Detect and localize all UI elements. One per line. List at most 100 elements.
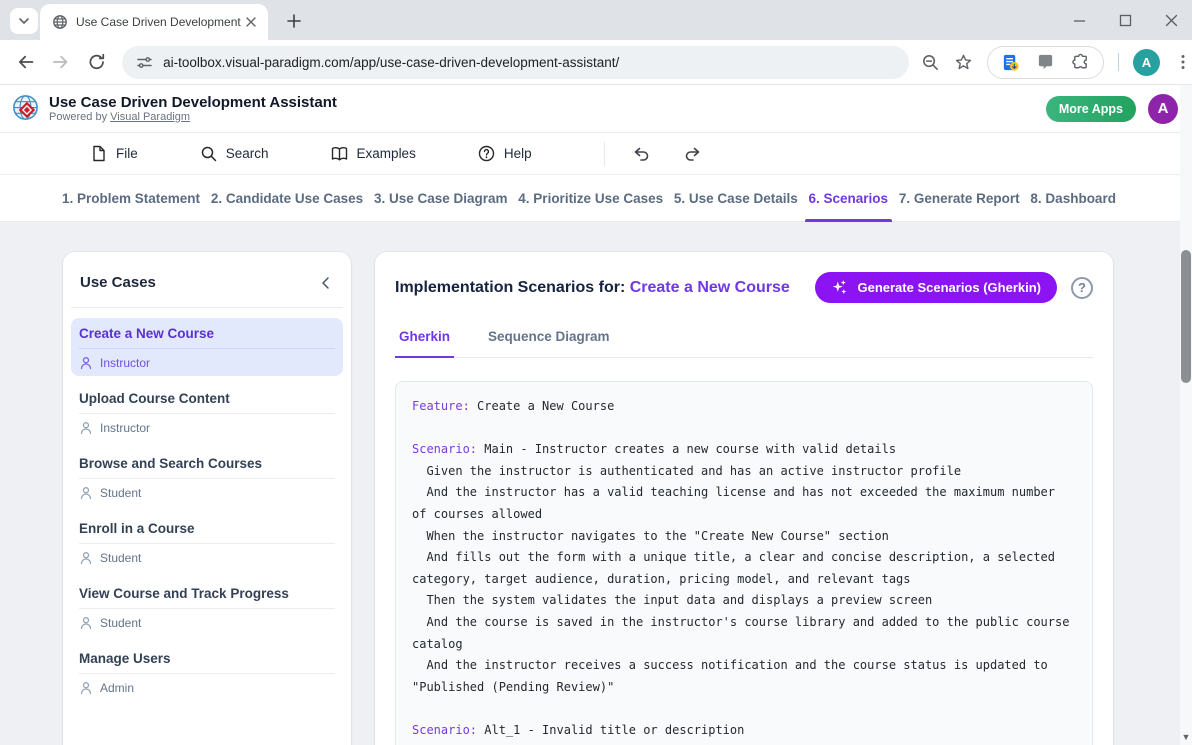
url-text: ai-toolbox.visual-paradigm.com/app/use-c… [163, 55, 619, 70]
actor-name: Instructor [100, 356, 150, 370]
tab-search-button[interactable] [10, 8, 38, 34]
undo-icon[interactable] [631, 144, 651, 164]
use-case-item[interactable]: View Course and Track Progress Student [71, 578, 343, 636]
gherkin-line: And fills out the form with a unique tit… [412, 547, 1076, 590]
new-tab-button[interactable] [282, 9, 306, 33]
browser-tab[interactable]: Use Case Driven Development Assistant [40, 4, 268, 40]
view-tab-label: Sequence Diagram [488, 329, 610, 344]
selected-use-case-name: Create a New Course [630, 279, 790, 296]
actor-name: Admin [100, 681, 134, 695]
file-icon [90, 145, 107, 162]
step-tab[interactable]: 2. Candidate Use Cases [211, 175, 363, 222]
search-icon [200, 145, 217, 162]
redo-icon[interactable] [683, 144, 703, 164]
step-tab[interactable]: 3. Use Case Diagram [374, 175, 508, 222]
gherkin-code-block[interactable]: Feature: Create a New CourseScenario: Ma… [395, 381, 1093, 745]
step-label: 7. Generate Report [899, 191, 1020, 206]
use-case-list: Create a New Course Instructor Upload Co… [71, 308, 343, 701]
step-tab[interactable]: 7. Generate Report [899, 175, 1020, 222]
actor-name: Student [100, 616, 141, 630]
step-tab[interactable]: 1. Problem Statement [62, 175, 200, 222]
use-case-title: Upload Course Content [79, 391, 335, 413]
gherkin-line: When the instructor navigates to the "Cr… [412, 526, 1076, 548]
use-case-title: Browse and Search Courses [79, 456, 335, 478]
use-case-item[interactable]: Browse and Search Courses Student [71, 448, 343, 506]
zoom-out-icon[interactable] [921, 53, 940, 72]
view-tabs: Gherkin Sequence Diagram [395, 329, 1093, 358]
menu-item-file[interactable]: File [82, 139, 146, 168]
use-case-actor: Admin [79, 674, 335, 695]
use-case-actor: Instructor [79, 414, 335, 435]
step-label: 5. Use Case Details [674, 191, 798, 206]
bookmark-star-icon[interactable] [954, 53, 973, 72]
step-tab[interactable]: 6. Scenarios [809, 175, 889, 222]
generate-scenarios-button[interactable]: Generate Scenarios (Gherkin) [815, 272, 1057, 303]
more-apps-button[interactable]: More Apps [1046, 96, 1136, 122]
scrollbar-thumb[interactable] [1181, 250, 1191, 383]
use-case-item[interactable]: Create a New Course Instructor [71, 318, 343, 376]
gherkin-line: Scenario: Alt_1 - Invalid title or descr… [412, 720, 1076, 742]
gherkin-line [412, 418, 1076, 440]
use-case-item[interactable]: Enroll in a Course Student [71, 513, 343, 571]
use-case-title: Create a New Course [79, 326, 335, 348]
collapse-panel-icon[interactable] [318, 275, 334, 291]
help-icon[interactable]: ? [1071, 277, 1093, 299]
gherkin-line [412, 698, 1076, 720]
gherkin-keyword: Scenario: [412, 723, 477, 737]
use-case-actor: Student [79, 479, 335, 500]
user-avatar[interactable]: A [1148, 94, 1178, 124]
view-tab-label: Gherkin [399, 329, 450, 344]
minimize-button[interactable] [1072, 13, 1086, 27]
maximize-button[interactable] [1118, 13, 1132, 27]
visual-paradigm-link[interactable]: Visual Paradigm [110, 111, 190, 123]
app-titles: Use Case Driven Development Assistant Po… [49, 94, 337, 123]
person-icon [79, 616, 93, 630]
menu-bar: File Search Examples Help [0, 133, 1192, 175]
extensions-pill [987, 46, 1104, 79]
step-tab[interactable]: 4. Prioritize Use Cases [518, 175, 663, 222]
chevron-down-icon [18, 15, 30, 27]
menu-item-help[interactable]: Help [470, 139, 540, 168]
gherkin-line: And the instructor has a valid teaching … [412, 482, 1076, 525]
back-icon[interactable] [16, 52, 35, 72]
step-tab[interactable]: 8. Dashboard [1030, 175, 1116, 222]
view-tab[interactable]: Sequence Diagram [488, 329, 610, 357]
globe-favicon-icon [52, 14, 68, 30]
use-cases-panel: Use Cases Create a New Course Instructor… [63, 252, 351, 745]
use-case-actor: Student [79, 544, 335, 565]
tab-close-icon[interactable] [242, 13, 260, 31]
browser-window: Use Case Driven Development Assistant ai… [0, 0, 1192, 745]
gherkin-line: And the course is saved in the instructo… [412, 612, 1076, 655]
actor-name: Student [100, 551, 141, 565]
reload-icon[interactable] [87, 52, 106, 72]
gherkin-line: Given the instructor is authenticated an… [412, 461, 1076, 483]
close-button[interactable] [1164, 13, 1178, 27]
menu-item-examples[interactable]: Examples [323, 139, 424, 168]
workflow-steps: 1. Problem Statement2. Candidate Use Cas… [0, 175, 1192, 222]
window-controls [1072, 0, 1178, 40]
divider [604, 142, 605, 166]
scrollbar-down-icon[interactable]: ▼ [1180, 731, 1192, 743]
forward-icon[interactable] [51, 52, 70, 72]
browser-profile-avatar[interactable]: A [1133, 49, 1160, 76]
app-title: Use Case Driven Development Assistant [49, 94, 337, 111]
browser-menu-icon[interactable] [1174, 53, 1192, 71]
use-case-item[interactable]: Upload Course Content Instructor [71, 383, 343, 441]
visual-paradigm-logo [10, 93, 41, 124]
menu-item-search[interactable]: Search [192, 139, 277, 168]
step-tab[interactable]: 5. Use Case Details [674, 175, 798, 222]
tab-strip: Use Case Driven Development Assistant [0, 0, 1192, 40]
site-settings-icon[interactable] [136, 54, 153, 71]
extensions-puzzle-icon[interactable] [1071, 53, 1090, 72]
app-header: Use Case Driven Development Assistant Po… [0, 85, 1192, 133]
use-case-item[interactable]: Manage Users Admin [71, 643, 343, 701]
book-icon [331, 145, 348, 162]
page-scrollbar[interactable]: ▼ [1180, 85, 1192, 745]
gherkin-keyword: Feature: [412, 399, 470, 413]
view-tab[interactable]: Gherkin [399, 329, 450, 357]
panel-heading: Implementation Scenarios for: Create a N… [395, 279, 790, 297]
url-field[interactable]: ai-toolbox.visual-paradigm.com/app/use-c… [122, 46, 909, 79]
reading-list-icon[interactable] [1001, 53, 1020, 72]
actor-name: Instructor [100, 421, 150, 435]
comment-icon[interactable] [1036, 53, 1055, 72]
